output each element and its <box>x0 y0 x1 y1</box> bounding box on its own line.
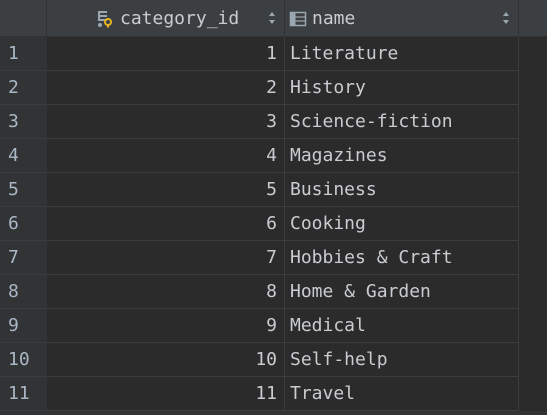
results-grid: category_id name 1 1 Literature 2 2 History 3 3… <box>0 0 547 415</box>
cell-name[interactable]: Hobbies & Craft <box>285 241 519 275</box>
row-number[interactable]: 3 <box>0 105 47 139</box>
cell-name[interactable]: History <box>285 71 519 105</box>
cell-name[interactable]: Medical <box>285 309 519 343</box>
cell-name[interactable]: Science-fiction <box>285 105 519 139</box>
cell-category-id[interactable]: 4 <box>47 139 285 173</box>
table-row[interactable]: 11 11 Travel <box>0 377 547 411</box>
sort-icon[interactable] <box>502 9 510 27</box>
header-filler <box>519 0 547 37</box>
cell-category-id[interactable]: 11 <box>47 377 285 411</box>
cell-name[interactable]: Travel <box>285 377 519 411</box>
cell-category-id[interactable]: 3 <box>47 105 285 139</box>
column-header-label: category_id <box>120 8 240 29</box>
table-row[interactable]: 5 5 Business <box>0 173 547 207</box>
row-filler <box>519 241 547 275</box>
row-number[interactable]: 10 <box>0 343 47 377</box>
row-number[interactable]: 5 <box>0 173 47 207</box>
column-header-name[interactable]: name <box>285 0 519 37</box>
table-row[interactable]: 6 6 Cooking <box>0 207 547 241</box>
row-filler <box>519 37 547 71</box>
row-filler <box>519 275 547 309</box>
row-filler <box>519 105 547 139</box>
cell-category-id[interactable]: 1 <box>47 37 285 71</box>
column-icon <box>289 11 307 26</box>
column-header-category-id[interactable]: category_id <box>47 0 285 37</box>
cell-name[interactable]: Cooking <box>285 207 519 241</box>
table-row[interactable]: 9 9 Medical <box>0 309 547 343</box>
grid-header: category_id name <box>0 0 547 37</box>
row-filler <box>519 377 547 411</box>
row-number[interactable]: 8 <box>0 275 47 309</box>
table-row[interactable]: 4 4 Magazines <box>0 139 547 173</box>
cell-category-id[interactable]: 7 <box>47 241 285 275</box>
table-row[interactable]: 3 3 Science-fiction <box>0 105 547 139</box>
row-number[interactable]: 1 <box>0 37 47 71</box>
row-number[interactable]: 6 <box>0 207 47 241</box>
cell-name[interactable]: Self-help <box>285 343 519 377</box>
row-filler <box>519 207 547 241</box>
cell-category-id[interactable]: 6 <box>47 207 285 241</box>
cell-name[interactable]: Literature <box>285 37 519 71</box>
cell-name[interactable]: Magazines <box>285 139 519 173</box>
row-number-header <box>0 0 47 37</box>
cell-name[interactable]: Business <box>285 173 519 207</box>
table-row[interactable]: 7 7 Hobbies & Craft <box>0 241 547 275</box>
key-column-icon <box>98 10 112 27</box>
table-row[interactable]: 10 10 Self-help <box>0 343 547 377</box>
row-number[interactable]: 11 <box>0 377 47 411</box>
sort-icon[interactable] <box>268 9 276 27</box>
row-filler <box>519 343 547 377</box>
row-number[interactable]: 2 <box>0 71 47 105</box>
cell-category-id[interactable]: 5 <box>47 173 285 207</box>
row-number[interactable]: 7 <box>0 241 47 275</box>
row-filler <box>519 139 547 173</box>
cell-category-id[interactable]: 2 <box>47 71 285 105</box>
column-header-label: name <box>312 8 356 29</box>
table-row[interactable]: 8 8 Home & Garden <box>0 275 547 309</box>
table-row[interactable]: 1 1 Literature <box>0 37 547 71</box>
row-number[interactable]: 4 <box>0 139 47 173</box>
cell-category-id[interactable]: 9 <box>47 309 285 343</box>
row-filler <box>519 71 547 105</box>
cell-category-id[interactable]: 8 <box>47 275 285 309</box>
cell-category-id[interactable]: 10 <box>47 343 285 377</box>
row-filler <box>519 173 547 207</box>
cell-name[interactable]: Home & Garden <box>285 275 519 309</box>
row-number[interactable]: 9 <box>0 309 47 343</box>
row-filler <box>519 309 547 343</box>
grid-bottom-edge <box>0 411 547 415</box>
table-row[interactable]: 2 2 History <box>0 71 547 105</box>
